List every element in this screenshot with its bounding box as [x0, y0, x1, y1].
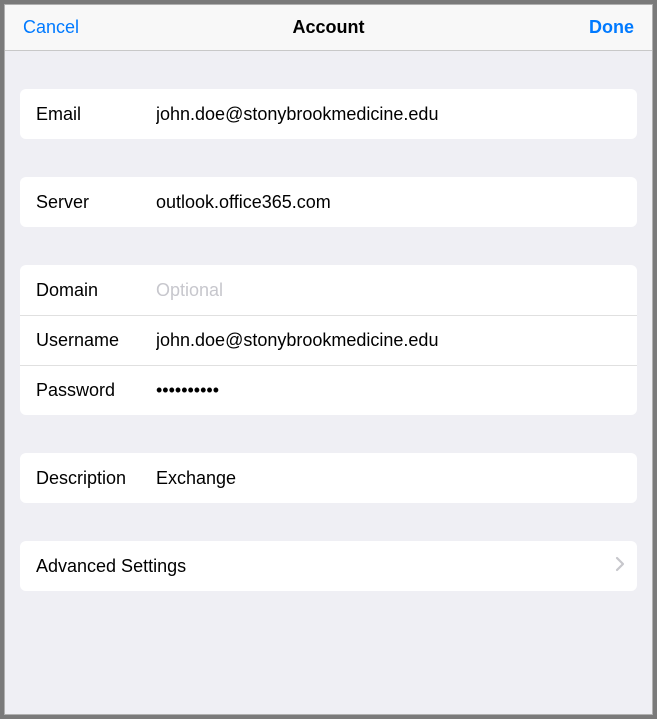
domain-field[interactable] — [156, 280, 621, 301]
server-row: Server — [20, 177, 637, 227]
description-label: Description — [36, 468, 156, 489]
credentials-group: Domain Username Password — [20, 265, 637, 415]
username-field[interactable] — [156, 330, 621, 351]
server-label: Server — [36, 192, 156, 213]
password-field[interactable] — [156, 380, 621, 401]
password-label: Password — [36, 380, 156, 401]
navbar: Cancel Account Done — [5, 5, 652, 51]
domain-label: Domain — [36, 280, 156, 301]
page-title: Account — [103, 17, 554, 38]
chevron-right-icon — [615, 556, 625, 577]
password-row: Password — [20, 365, 637, 415]
email-group: Email — [20, 89, 637, 139]
account-settings-window: Cancel Account Done Email Server Domain … — [4, 4, 653, 715]
username-label: Username — [36, 330, 156, 351]
username-row: Username — [20, 315, 637, 365]
domain-row: Domain — [20, 265, 637, 315]
form-content: Email Server Domain Username Password — [5, 89, 652, 591]
advanced-settings-button[interactable]: Advanced Settings — [20, 541, 637, 591]
email-row: Email — [20, 89, 637, 139]
done-button[interactable]: Done — [554, 17, 634, 38]
cancel-button[interactable]: Cancel — [23, 17, 103, 38]
description-field[interactable] — [156, 468, 621, 489]
advanced-settings-label: Advanced Settings — [36, 556, 186, 577]
email-field[interactable] — [156, 104, 621, 125]
server-field[interactable] — [156, 192, 621, 213]
description-group: Description — [20, 453, 637, 503]
server-group: Server — [20, 177, 637, 227]
description-row: Description — [20, 453, 637, 503]
email-label: Email — [36, 104, 156, 125]
advanced-group: Advanced Settings — [20, 541, 637, 591]
